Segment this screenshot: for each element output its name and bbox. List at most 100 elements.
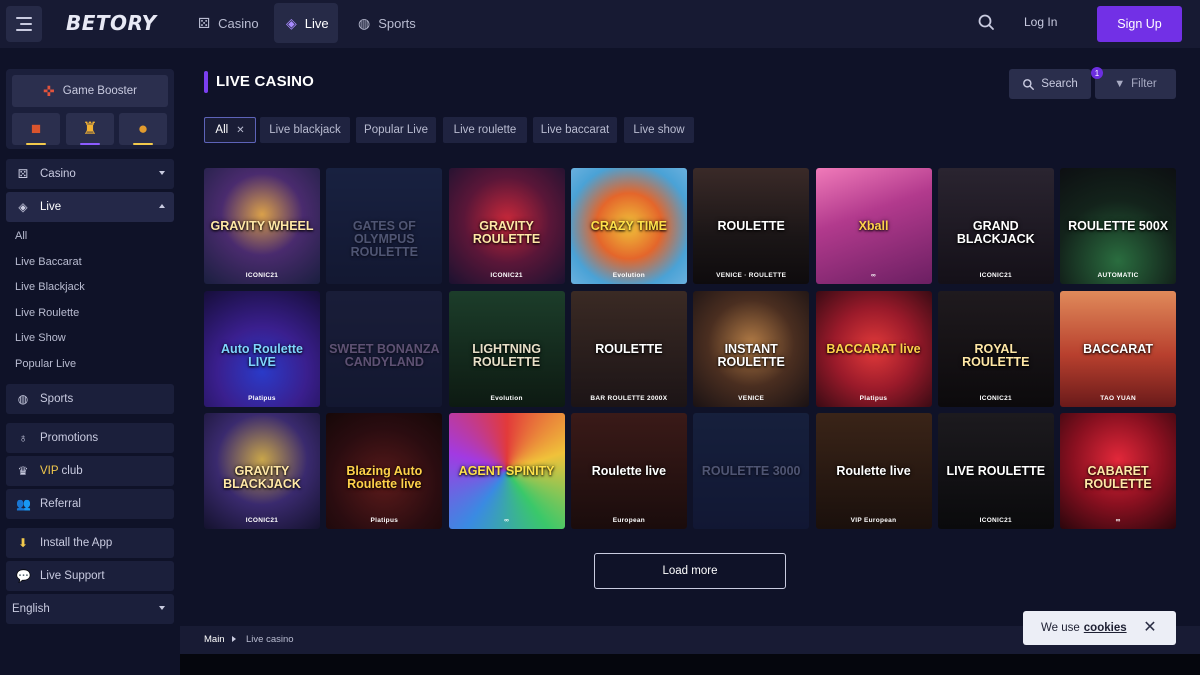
- game-tile[interactable]: GRAVITY BLACKJACK ICONIC21: [204, 413, 320, 529]
- game-provider: ICONIC21: [979, 394, 1012, 402]
- game-tile[interactable]: ROULETTE VENICE · ROULETTE: [693, 168, 810, 284]
- filter-chip-live-blackjack[interactable]: Live blackjack: [260, 117, 350, 143]
- sports-ball-icon: ◍: [17, 392, 29, 406]
- game-provider: TAO YUAN: [1100, 394, 1136, 402]
- filter-chip-all[interactable]: All ✕: [204, 117, 256, 143]
- game-tile[interactable]: Roulette live VIP European: [815, 413, 932, 529]
- sidebar-item-referral[interactable]: 👥 Referral: [6, 489, 174, 519]
- game-booster-button[interactable]: ✜ Game Booster: [12, 75, 168, 107]
- sidebar-item-live[interactable]: ◈ Live: [6, 192, 174, 222]
- game-tile[interactable]: CABARET ROULETTE ∞: [1060, 413, 1177, 529]
- game-tile[interactable]: ROULETTE 3000: [693, 413, 810, 529]
- game-tile[interactable]: BACCARAT live Platipus: [815, 290, 932, 407]
- filter-button[interactable]: ▼ Filter: [1095, 69, 1176, 99]
- game-tile[interactable]: Xball ∞: [815, 168, 932, 284]
- cookie-link[interactable]: cookies: [1084, 622, 1127, 634]
- casino-dice-icon: ⚄: [17, 167, 29, 181]
- game-provider: VENICE: [738, 394, 765, 402]
- game-provider: Platipus: [370, 517, 399, 524]
- game-tile[interactable]: Auto Roulette LIVE Platipus: [204, 290, 320, 407]
- game-name: Blazing Auto Roulette live: [346, 464, 423, 491]
- filter-chip-live-baccarat[interactable]: Live baccarat: [533, 117, 617, 143]
- sidebar-sub-blackjack[interactable]: Live Blackjack: [15, 281, 85, 293]
- sidebar-item-casino[interactable]: ⚄ Casino: [6, 159, 174, 189]
- game-provider: ICONIC21: [490, 272, 523, 279]
- game-tile[interactable]: CRAZY TIME Evolution: [570, 168, 687, 284]
- game-booster-panel: ✜ Game Booster ■ ♜ ●: [6, 69, 174, 149]
- search-label: Search: [1041, 78, 1078, 90]
- game-name: GRAVITY WHEEL: [210, 219, 314, 233]
- game-name: SWEET BONANZA CANDYLAND: [329, 341, 440, 369]
- page-title: LIVE CASINO: [216, 73, 315, 90]
- sidebar-sub-show[interactable]: Live Show: [15, 332, 66, 344]
- filter-chip-popular-live[interactable]: Popular Live: [356, 117, 436, 143]
- booster-dice-tile[interactable]: ■: [12, 113, 60, 145]
- chevron-down-icon: [159, 606, 165, 610]
- game-provider: ICONIC21: [979, 517, 1012, 524]
- search-icon[interactable]: [976, 12, 998, 34]
- booster-coin-tile[interactable]: ●: [119, 113, 167, 145]
- filter-chip-live-roulette[interactable]: Live roulette: [443, 117, 527, 143]
- game-name: ROYAL ROULETTE: [962, 341, 1030, 369]
- sidebar-item-label: Casino: [40, 168, 76, 180]
- game-provider: ∞: [504, 517, 510, 524]
- casino-dice-icon: ⚄: [198, 14, 211, 31]
- load-more-button[interactable]: Load more: [594, 553, 786, 589]
- sidebar-item-sports[interactable]: ◍ Sports: [6, 384, 174, 414]
- game-tile[interactable]: Blazing Auto Roulette live Platipus: [326, 413, 443, 529]
- game-tile[interactable]: LIVE ROULETTE ICONIC21: [937, 413, 1054, 529]
- sidebar-item-live-support[interactable]: 💬 Live Support: [6, 561, 174, 591]
- download-icon: ⬇: [17, 536, 29, 550]
- sidebar-item-install-app[interactable]: ⬇ Install the App: [6, 528, 174, 558]
- chat-icon: 💬: [16, 569, 31, 583]
- sidebar-sub-baccarat[interactable]: Live Baccarat: [15, 256, 82, 268]
- game-tile[interactable]: GRAND BLACKJACK ICONIC21: [937, 168, 1054, 284]
- tab-casino-label: Casino: [218, 15, 259, 31]
- close-icon[interactable]: ✕: [236, 125, 244, 136]
- game-tile[interactable]: GRAVITY WHEEL ICONIC21: [204, 168, 320, 284]
- game-tile[interactable]: ROYAL ROULETTE ICONIC21: [937, 290, 1054, 407]
- sidebar-item-label: Sports: [40, 393, 74, 405]
- game-tile[interactable]: ROULETTE 500X AUTOMATIC: [1060, 168, 1177, 284]
- game-tile[interactable]: AGENT SPINITY ∞: [448, 413, 565, 529]
- game-tile[interactable]: BACCARAT TAO YUAN: [1060, 290, 1177, 407]
- game-tile[interactable]: INSTANT ROULETTE VENICE: [693, 290, 810, 407]
- live-chip-icon: ◈: [18, 200, 28, 214]
- tab-casino[interactable]: ⚄ Casino: [186, 3, 271, 43]
- sidebar-sub-all[interactable]: All: [15, 230, 27, 242]
- sidebar-sub-roulette[interactable]: Live Roulette: [15, 307, 79, 319]
- tab-live[interactable]: ◈ Live: [274, 3, 338, 43]
- tab-sports[interactable]: ◍ Sports: [346, 3, 428, 43]
- game-tile[interactable]: Roulette live European: [570, 413, 687, 529]
- search-button[interactable]: Search: [1009, 69, 1091, 99]
- game-name: BACCARAT: [1083, 341, 1154, 356]
- brand-logo[interactable]: BETORY: [66, 11, 157, 35]
- game-name: Auto Roulette LIVE: [221, 341, 303, 369]
- login-link[interactable]: Log In: [1024, 15, 1057, 29]
- booster-trophy-tile[interactable]: ♜: [66, 113, 114, 145]
- game-tile[interactable]: ROULETTE BAR ROULETTE 2000X: [570, 290, 687, 407]
- game-tile[interactable]: LIGHTNING ROULETTE Evolution: [448, 290, 565, 407]
- game-tile[interactable]: GRAVITY ROULETTE ICONIC21: [448, 168, 565, 284]
- sidebar-item-promotions[interactable]: ♁ Promotions: [6, 423, 174, 453]
- game-tile[interactable]: GATES OF OLYMPUS ROULETTE: [326, 168, 443, 284]
- live-chip-icon: ◈: [286, 14, 297, 31]
- game-provider: ICONIC21: [245, 272, 279, 279]
- close-icon[interactable]: ✕: [1143, 620, 1157, 636]
- signup-button[interactable]: Sign Up: [1097, 6, 1182, 42]
- game-tile[interactable]: SWEET BONANZA CANDYLAND: [326, 290, 443, 407]
- cookie-text: We use: [1041, 622, 1080, 634]
- filter-chip-live-show[interactable]: Live show: [624, 117, 694, 143]
- language-select[interactable]: English: [6, 594, 174, 624]
- breadcrumb-main-link[interactable]: Main: [204, 634, 225, 645]
- sidebar-sub-popular[interactable]: Popular Live: [15, 358, 76, 370]
- chevron-down-icon: [159, 171, 165, 175]
- game-name: GRAVITY ROULETTE: [472, 219, 541, 246]
- chevron-up-icon: [159, 204, 165, 208]
- hamburger-menu-button[interactable]: [6, 6, 42, 42]
- game-name: Xball: [858, 219, 889, 233]
- game-provider: ∞: [1115, 517, 1121, 524]
- sidebar-item-vip[interactable]: ♛ VIP club: [6, 456, 174, 486]
- sidebar-item-label: Install the App: [40, 537, 113, 549]
- game-name: INSTANT ROULETTE: [717, 341, 785, 369]
